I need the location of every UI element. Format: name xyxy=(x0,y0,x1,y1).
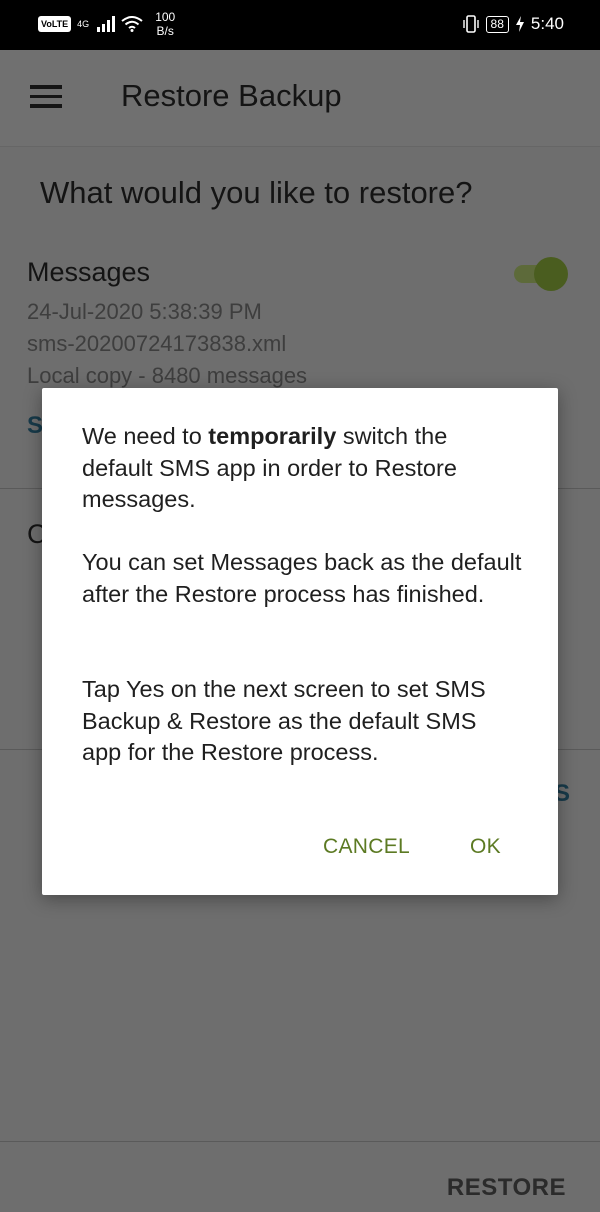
signal-icon xyxy=(97,16,116,32)
bottom-bar: RESTORE xyxy=(0,1141,600,1212)
dialog-paragraph-2: You can set Messages back as the default… xyxy=(82,549,522,607)
restore-question: What would you like to restore? xyxy=(40,175,473,210)
app-bar: Restore Backup xyxy=(0,50,600,147)
speed-unit: B/s xyxy=(156,24,174,38)
dialog-paragraph-3: Tap Yes on the next screen to set SMS Ba… xyxy=(82,676,486,765)
dialog-text-intro: We need to xyxy=(82,423,209,449)
backup-date: 24-Jul-2020 5:38:39 PM xyxy=(27,299,262,324)
volte-badge: VoLTE xyxy=(38,16,72,32)
ok-button[interactable]: OK xyxy=(470,835,501,859)
restore-button[interactable]: RESTORE xyxy=(447,1174,566,1202)
battery-level: 88 xyxy=(485,15,509,33)
sms-default-dialog: We need to temporarily switch the defaul… xyxy=(42,388,558,895)
messages-title: Messages xyxy=(27,257,151,287)
cancel-button[interactable]: CANCEL xyxy=(323,835,410,859)
wifi-icon xyxy=(121,16,143,32)
vibrate-icon xyxy=(462,15,479,33)
dialog-text-bold: temporarily xyxy=(208,423,337,449)
clock: 5:40 xyxy=(530,14,564,33)
backup-filename: sms-20200724173838.xml xyxy=(27,331,287,356)
charging-icon xyxy=(515,16,524,32)
status-right: 88 5:40 xyxy=(462,14,564,34)
status-left: VoLTE 4G 100 B/s xyxy=(38,10,175,38)
menu-icon[interactable] xyxy=(30,85,62,109)
backup-count: Local copy - 8480 messages xyxy=(27,363,308,388)
speed-value: 100 xyxy=(155,10,176,24)
network-speed: 100 B/s xyxy=(155,10,175,38)
status-bar: VoLTE 4G 100 B/s 88 5:40 xyxy=(0,0,600,50)
dialog-paragraph-1: We need to temporarily switch the defaul… xyxy=(82,421,522,516)
page-title: Restore Backup xyxy=(121,78,342,113)
messages-toggle[interactable] xyxy=(512,257,572,291)
toggle-thumb xyxy=(534,257,568,291)
network-type: 4G xyxy=(77,19,90,29)
partial-link-left[interactable]: S xyxy=(27,412,43,440)
